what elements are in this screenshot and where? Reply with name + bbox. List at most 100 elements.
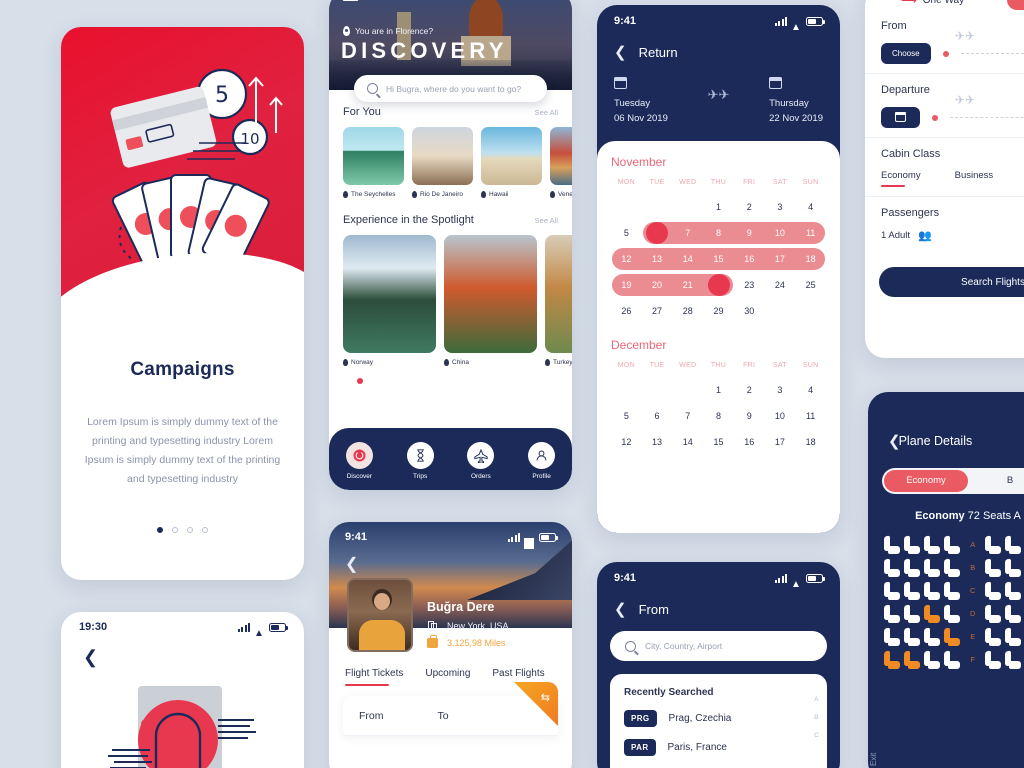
calendar-day[interactable]: 13 [642, 429, 673, 455]
seat-E6[interactable] [1005, 627, 1022, 646]
alpha-letter[interactable]: A [814, 696, 819, 703]
seat-E1[interactable] [884, 627, 900, 646]
calendar-day[interactable]: 1 [703, 194, 734, 220]
return-date[interactable]: Thursday 22 Nov 2019 [768, 76, 823, 124]
calendar-day[interactable]: 13 [642, 246, 673, 272]
calendar-day[interactable]: 17 [765, 429, 796, 455]
tab-flight-tickets[interactable]: Flight Tickets [345, 668, 403, 686]
calendar-grid[interactable]: 1 2 3 4 5 6 7 8 9 10 11 12 13 14 15 16 17 18 [611, 377, 826, 455]
one-way-option[interactable]: ⟶ One Way [901, 0, 964, 7]
seat-D6[interactable] [1005, 604, 1022, 623]
seat-D2[interactable] [904, 604, 920, 623]
flight-search-panel[interactable]: ⟶ One Way ⟵ From Choose ✈✈ Departure ✈✈ [865, 0, 1024, 358]
calendar-day[interactable]: 8 [703, 403, 734, 429]
calendar-day[interactable]: 2 [734, 377, 765, 403]
calendar-day[interactable]: 5 [611, 403, 642, 429]
calendar-day[interactable]: 5 [611, 220, 642, 246]
calendar-day[interactable]: 12 [611, 246, 642, 272]
plane-details-card[interactable]: ❮ Plane Details Economy B Economy 72 Sea… [868, 392, 1024, 768]
nav-item-discover[interactable]: Discover [345, 442, 373, 480]
seat-D1[interactable] [884, 604, 900, 623]
calendar-day[interactable]: 9 [734, 220, 765, 246]
campaigns-card[interactable]: 5 10 Campaigns Lorem Ipsum is simply dum… [61, 27, 304, 580]
list-item[interactable]: PRG Prag, Czechia [624, 710, 813, 727]
menu-icon[interactable] [343, 0, 358, 2]
segment-economy[interactable]: Economy [884, 470, 968, 492]
back-button[interactable]: ❮ [61, 633, 304, 668]
calendar-day[interactable]: 14 [672, 246, 703, 272]
cabin-segment-control[interactable]: Economy B [882, 468, 1024, 494]
seat-C4[interactable] [944, 581, 960, 600]
alpha-letter[interactable]: C [814, 732, 819, 739]
calendar-card[interactable]: 9:41 ❮ Return Tuesday 06 Nov 2019 ✈✈ Thu… [597, 5, 840, 533]
tab-upcoming[interactable]: Upcoming [425, 668, 470, 686]
alpha-letter[interactable]: B [814, 714, 819, 721]
seat-F5[interactable] [985, 650, 1002, 669]
list-item[interactable]: Turkey [545, 235, 572, 366]
segment-business[interactable]: B [968, 470, 1024, 492]
calendar-day[interactable]: 15 [703, 246, 734, 272]
carousel-dots[interactable] [77, 527, 288, 533]
seat-D4[interactable] [944, 604, 960, 623]
bottom-navigation[interactable]: Discover Trips Orders Profile [329, 428, 572, 490]
calendar-sheet[interactable]: November MONTUEWEDTHUFRISATSUN 123456789… [597, 141, 840, 533]
calendar-day[interactable]: 10 [765, 220, 796, 246]
calendar-day[interactable]: 26 [611, 298, 642, 324]
calendar-day[interactable]: 8 [703, 220, 734, 246]
calendar-day[interactable]: 6 [642, 403, 673, 429]
seat-map[interactable]: A B C D E F [868, 535, 1024, 669]
list-item[interactable]: China [444, 235, 537, 366]
list-item[interactable]: Venedik [550, 127, 572, 198]
calendar-day[interactable]: 14 [672, 429, 703, 455]
seat-C3[interactable] [924, 581, 940, 600]
calendar-day[interactable]: 1 [703, 377, 734, 403]
seat-B4[interactable] [944, 558, 960, 577]
seat-C2[interactable] [904, 581, 920, 600]
from-search-card[interactable]: 9:41 ❮ From City, Country, Airport Recen… [597, 562, 840, 768]
seat-E4[interactable] [944, 627, 960, 646]
calendar-grid[interactable]: 1234567891011121314151617181920212223242… [611, 194, 826, 324]
calendar-day[interactable]: 3 [765, 194, 796, 220]
seat-E3[interactable] [924, 627, 940, 646]
seat-C5[interactable] [985, 581, 1002, 600]
nav-item-profile[interactable]: Profile [528, 442, 556, 480]
carousel-dot[interactable] [187, 527, 193, 533]
seat-group-right[interactable] [985, 535, 1022, 669]
calendar-day[interactable]: 25 [795, 272, 826, 298]
calendar-day[interactable]: 7 [672, 403, 703, 429]
tab-economy[interactable]: Economy [881, 170, 921, 187]
seat-F1[interactable] [884, 650, 900, 669]
search-flights-button[interactable]: Search Flights [879, 267, 1024, 297]
cabin-class-tabs[interactable]: Economy Business [881, 170, 1024, 187]
list-item[interactable]: Rio De Janeiro [412, 127, 473, 198]
alphabet-index[interactable]: A B C [814, 696, 819, 739]
tab-business[interactable]: Business [955, 170, 994, 187]
choose-button[interactable]: Choose [881, 43, 931, 64]
calendar-day[interactable]: 27 [642, 298, 673, 324]
seat-D3[interactable] [924, 604, 940, 623]
calendar-day[interactable]: 4 [795, 194, 826, 220]
seat-A6[interactable] [1005, 535, 1022, 554]
calendar-day[interactable]: 16 [734, 429, 765, 455]
calendar-day[interactable]: 18 [795, 429, 826, 455]
nav-item-trips[interactable]: Trips [406, 442, 434, 480]
seat-B1[interactable] [884, 558, 900, 577]
calendar-day[interactable]: 30 [734, 298, 765, 324]
depart-date[interactable]: Tuesday 06 Nov 2019 [613, 76, 668, 124]
profile-card[interactable]: 9:41 ❮ Buğra Dere New York, USA [329, 522, 572, 768]
calendar-day[interactable]: 11 [795, 220, 826, 246]
calendar-day[interactable]: 15 [703, 429, 734, 455]
secondary-phone-card[interactable]: 19:30 ❮ [61, 612, 304, 768]
calendar-day[interactable]: 19 [611, 272, 642, 298]
calendar-day[interactable]: 18 [795, 246, 826, 272]
flight-search-form[interactable]: From To ⇆ [343, 682, 558, 736]
see-all-link[interactable]: See All [535, 108, 558, 117]
seat-B2[interactable] [904, 558, 920, 577]
seat-E2[interactable] [904, 627, 920, 646]
calendar-day[interactable]: 2 [734, 194, 765, 220]
calendar-day[interactable]: 4 [795, 377, 826, 403]
nav-item-orders[interactable]: Orders [467, 442, 495, 480]
calendar-button[interactable] [881, 107, 920, 128]
calendar-day[interactable]: 20 [642, 272, 673, 298]
calendar-day[interactable]: 17 [765, 246, 796, 272]
